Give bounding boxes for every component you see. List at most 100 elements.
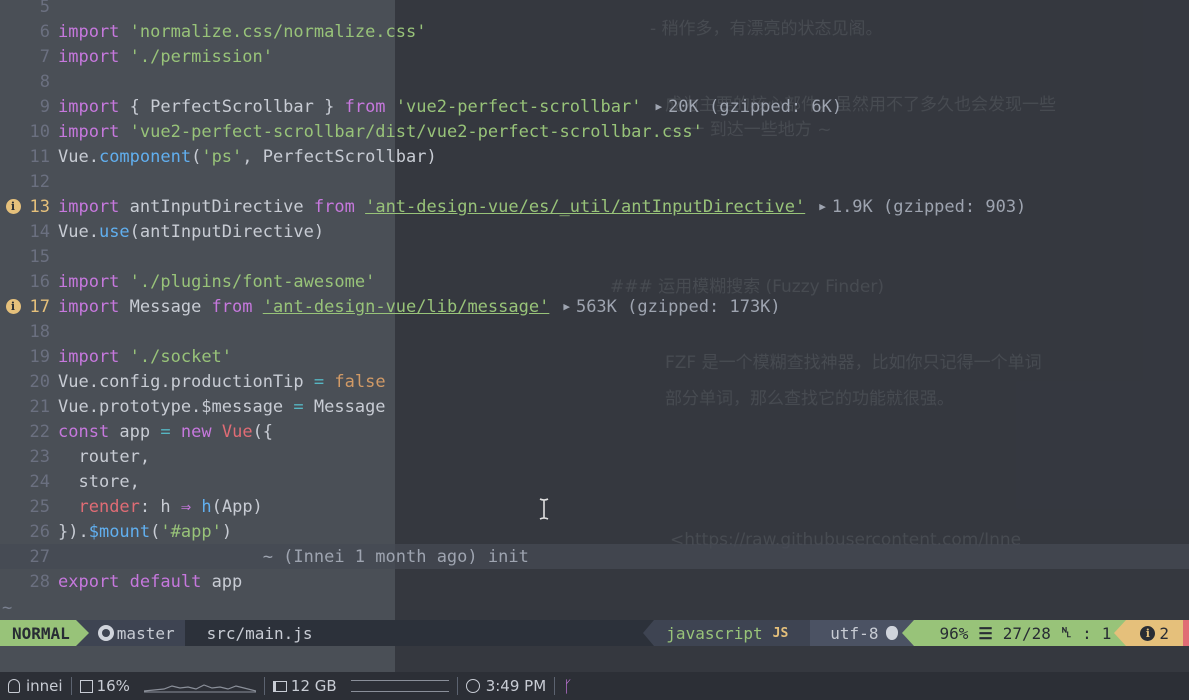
line-number: 5 bbox=[39, 0, 50, 17]
username: innei bbox=[26, 677, 63, 695]
code-line[interactable]: 24 store, bbox=[0, 469, 1189, 494]
cpu-usage: 16% bbox=[96, 677, 130, 695]
code-text: store, bbox=[58, 471, 140, 492]
scroll-percent: 96% bbox=[939, 623, 969, 643]
line-number: 23 bbox=[29, 446, 50, 467]
encoding-label: utf-8 bbox=[830, 623, 879, 643]
line-number: 13 bbox=[29, 196, 50, 217]
code-line[interactable]: 6 import 'normalize.css/normalize.css' bbox=[0, 19, 1189, 44]
code-text: Vue.config.productionTip = false bbox=[58, 371, 386, 392]
column-number: 1 bbox=[1101, 623, 1112, 643]
sign-column bbox=[0, 69, 26, 94]
filetype-segment: javascript JS bbox=[643, 620, 811, 646]
info-icon: i bbox=[1140, 625, 1156, 641]
line-number: 8 bbox=[39, 71, 50, 92]
code-line[interactable]: 9 import { PerfectScrollbar } from 'vue2-… bbox=[0, 94, 1189, 119]
sign-column: i bbox=[0, 194, 26, 219]
import-cost-annotation: 1.9K (gzipped: 903) bbox=[831, 196, 1027, 217]
git-branch[interactable]: master bbox=[75, 620, 185, 646]
code-text: Vue.component('ps', PerfectScrollbar) bbox=[58, 146, 437, 167]
sign-column bbox=[0, 319, 26, 344]
diagnostics-segment[interactable]: i 2 bbox=[1114, 620, 1183, 646]
info-icon[interactable]: i bbox=[5, 299, 21, 314]
vim-editor-buffer[interactable]: 5 6 import 'normalize.css/normalize.css' 7 i… bbox=[0, 0, 1189, 620]
code-line[interactable]: 21 Vue.prototype.$message = Message bbox=[0, 394, 1189, 419]
javascript-icon: JS bbox=[772, 625, 789, 641]
line-number: 14 bbox=[29, 221, 50, 242]
sign-column bbox=[0, 144, 26, 169]
code-line[interactable]: 10 import 'vue2-perfect-scrollbar/dist/vu… bbox=[0, 119, 1189, 144]
code-line[interactable]: 23 router, bbox=[0, 444, 1189, 469]
code-line[interactable]: 19 import './socket' bbox=[0, 344, 1189, 369]
code-line[interactable]: 28 export default app bbox=[0, 569, 1189, 594]
code-text: export default app bbox=[58, 571, 243, 592]
filetype-label: javascript bbox=[666, 623, 763, 643]
code-line[interactable]: i 13 import antInputDirective from 'ant-de… bbox=[0, 194, 1189, 219]
code-line[interactable]: 25 render: h ⇒ h(App) bbox=[0, 494, 1189, 519]
import-cost-annotation: 563K (gzipped: 173K) bbox=[575, 296, 781, 317]
tmux-status-bar: innei 16% 12 GB 3:49 PM ᚴ bbox=[0, 672, 1189, 700]
code-line[interactable]: 7 import './permission' bbox=[0, 44, 1189, 69]
sign-column bbox=[0, 494, 26, 519]
code-line[interactable]: 15 bbox=[0, 244, 1189, 269]
memory-bar bbox=[350, 680, 449, 692]
user-segment: innei bbox=[0, 672, 71, 700]
clock-time: 3:49 PM bbox=[485, 677, 547, 695]
sign-column bbox=[0, 469, 26, 494]
mode-indicator: NORMAL bbox=[0, 620, 89, 646]
line-number: 6 bbox=[39, 21, 50, 42]
code-line[interactable]: 14 Vue.use(antInputDirective) bbox=[0, 219, 1189, 244]
code-text: import antInputDirective from 'ant-desig… bbox=[58, 196, 806, 217]
info-icon[interactable]: i bbox=[5, 199, 21, 214]
code-line[interactable]: 20 Vue.config.productionTip = false bbox=[0, 369, 1189, 394]
code-line[interactable]: i 17 import Message from 'ant-design-vue/l… bbox=[0, 294, 1189, 319]
sign-column bbox=[0, 369, 26, 394]
code-line[interactable]: 12 bbox=[0, 169, 1189, 194]
vim-statusline: NORMAL master src/main.js javascript JS … bbox=[0, 620, 1189, 646]
clock-icon bbox=[465, 679, 480, 693]
time-segment: 3:49 PM bbox=[458, 672, 554, 700]
triangle-right-icon: ▶ bbox=[819, 200, 826, 213]
code-text: import 'vue2-perfect-scrollbar/dist/vue2… bbox=[58, 121, 703, 142]
sign-column bbox=[0, 244, 26, 269]
sign-column bbox=[0, 169, 26, 194]
cpu-icon bbox=[79, 679, 93, 693]
triangle-right-icon: ▶ bbox=[563, 300, 570, 313]
code-line[interactable]: 22 const app = new Vue({ bbox=[0, 419, 1189, 444]
line-position: 27/28 bbox=[1002, 623, 1051, 643]
user-icon bbox=[8, 679, 20, 693]
statusline-end-cap bbox=[1183, 620, 1189, 646]
line-number: 10 bbox=[29, 121, 50, 142]
code-text: import './plugins/font-awesome' bbox=[58, 271, 376, 292]
import-cost-annotation: 20K (gzipped: 6K) bbox=[668, 96, 843, 117]
cpu-segment: 16% bbox=[72, 672, 264, 700]
code-line[interactable]: 11 Vue.component('ps', PerfectScrollbar) bbox=[0, 144, 1189, 169]
line-number: 17 bbox=[29, 296, 50, 317]
code-line[interactable]: 26}).$mount('#app') bbox=[0, 519, 1189, 544]
sign-column bbox=[0, 219, 26, 244]
line-number: 19 bbox=[29, 346, 50, 367]
cpu-sparkline bbox=[143, 684, 256, 693]
code-line[interactable]: 5 bbox=[0, 0, 1189, 19]
code-text: import 'normalize.css/normalize.css' bbox=[58, 21, 427, 42]
code-text: const app = new Vue({ bbox=[58, 421, 274, 442]
line-number: 12 bbox=[29, 171, 50, 192]
line-number: 7 bbox=[39, 46, 50, 67]
line-number: 20 bbox=[29, 371, 50, 392]
code-text: import Message from 'ant-design-vue/lib/… bbox=[58, 296, 550, 317]
encoding-segment: utf-8 bbox=[810, 620, 915, 646]
code-line[interactable]: 16 import './plugins/font-awesome' bbox=[0, 269, 1189, 294]
line-number: 16 bbox=[29, 271, 50, 292]
code-line[interactable]: 8 bbox=[0, 69, 1189, 94]
sign-column bbox=[0, 519, 26, 544]
eof-tilde: ~ bbox=[2, 598, 13, 618]
code-line[interactable]: 18 bbox=[0, 319, 1189, 344]
code-text: import { PerfectScrollbar } from 'vue2-p… bbox=[58, 96, 642, 117]
memory-usage: 12 GB bbox=[290, 677, 337, 695]
line-number: 22 bbox=[29, 421, 50, 442]
git-segment: ᚴ bbox=[555, 672, 581, 700]
code-line-current[interactable]: 27 ~ (Innei 1 month ago) init bbox=[0, 544, 1189, 569]
sign-column bbox=[0, 94, 26, 119]
line-number: 26 bbox=[29, 521, 50, 542]
line-number: 11 bbox=[29, 146, 50, 167]
